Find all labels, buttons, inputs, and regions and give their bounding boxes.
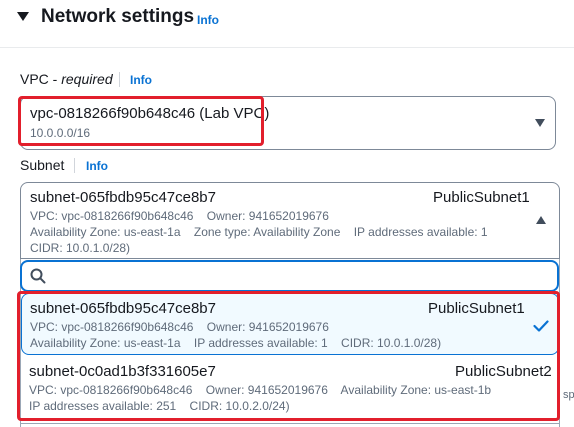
section-info-link[interactable]: Info (197, 13, 219, 27)
caret-up-icon (536, 216, 546, 224)
label-separator (74, 158, 75, 173)
vpc-highlight-box (18, 96, 264, 146)
header-divider (0, 47, 574, 48)
background-text-fragment: sp (563, 389, 574, 401)
dropdown-caret-icon (535, 119, 545, 127)
section-title: Network settings (41, 6, 195, 27)
label-separator (119, 72, 120, 87)
search-icon (30, 268, 46, 284)
vpc-label: VPC - required (20, 71, 113, 87)
subnet-select[interactable]: subnet-065fbdb95c47ce8b7 PublicSubnet1 V… (20, 182, 560, 259)
vpc-label-text: VPC - (20, 71, 62, 87)
network-settings-header[interactable]: Network settings Info (0, 0, 574, 48)
dropdown-bottom-edge (20, 423, 560, 424)
selected-subnet-line2: Availability Zone: us-east-1a Zone type:… (30, 225, 488, 239)
collapse-caret-icon[interactable] (17, 12, 29, 21)
selected-subnet-tag: PublicSubnet1 (433, 189, 530, 206)
subnet-info-link[interactable]: Info (86, 159, 108, 173)
selected-subnet-name: subnet-065fbdb95c47ce8b7 (30, 189, 216, 206)
vpc-required-text: required (61, 71, 113, 87)
vpc-info-link[interactable]: Info (130, 73, 152, 87)
selected-subnet-line3: CIDR: 10.0.1.0/28) (30, 241, 131, 255)
options-highlight-box (17, 291, 560, 421)
subnet-label: Subnet (20, 157, 65, 173)
selected-subnet-line1: VPC: vpc-0818266f90b648c46 Owner: 941652… (30, 209, 329, 223)
subnet-filter-input[interactable] (20, 260, 559, 292)
